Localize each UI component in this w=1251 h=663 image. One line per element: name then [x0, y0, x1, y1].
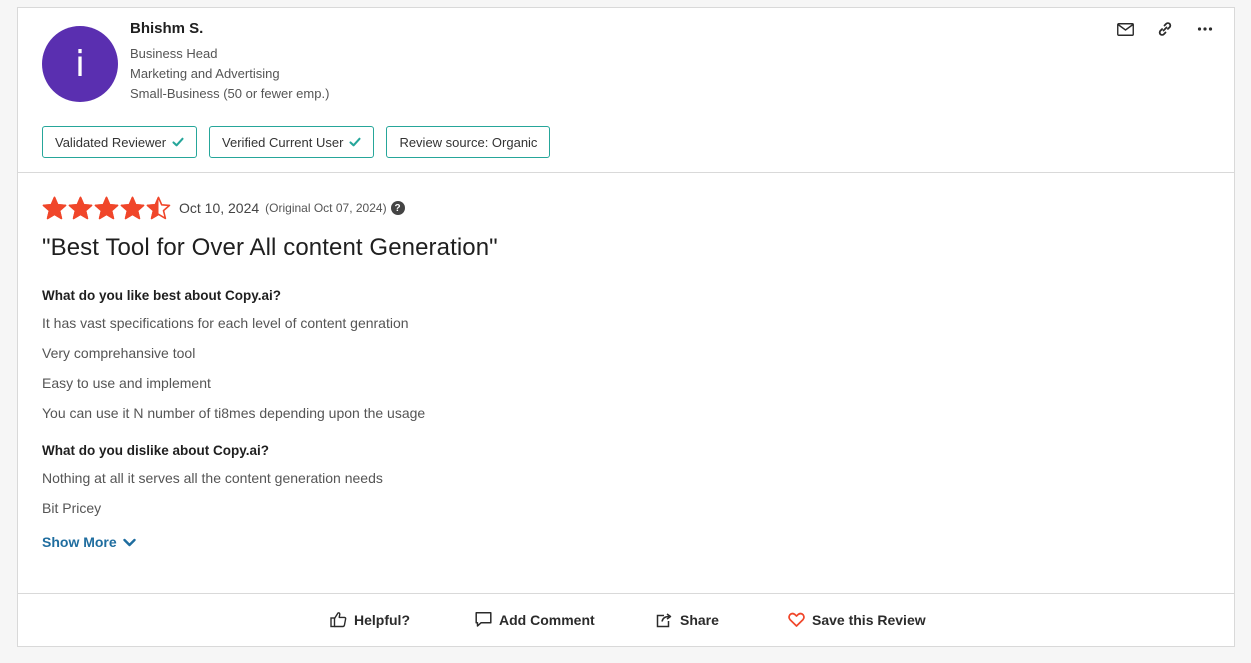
badge-label: Verified Current User [222, 134, 344, 150]
more-icon[interactable] [1196, 20, 1214, 38]
heart-icon [788, 611, 805, 628]
reviewer-industry: Marketing and Advertising [130, 66, 280, 81]
star-rating [42, 196, 171, 221]
avatar[interactable]: i [42, 26, 118, 102]
save-review-label: Save this Review [812, 611, 926, 628]
dislike-answer: Bit Pricey [42, 500, 102, 516]
question-icon[interactable]: ? [390, 201, 405, 215]
reviewer-name: Bhishm S. [130, 20, 204, 37]
like-answer: Easy to use and implement [42, 375, 211, 391]
review-footer: Helpful? Add Comment Share Save this Rev… [18, 593, 1234, 646]
review-title: "Best Tool for Over All content Generati… [42, 234, 498, 261]
badge-verified-current-user[interactable]: Verified Current User [209, 126, 375, 158]
dislike-question: What do you dislike about Copy.ai? [42, 443, 270, 458]
dislike-answer: Nothing at all it serves all the content… [42, 470, 383, 486]
show-more-button[interactable]: Show More [42, 534, 136, 550]
rating-row: Oct 10, 2024 (Original Oct 07, 2024) ? [42, 194, 1210, 222]
share-icon [656, 611, 673, 628]
star-icon [42, 196, 67, 219]
badge-validated-reviewer[interactable]: Validated Reviewer [42, 126, 198, 158]
chevron-down-icon [122, 534, 136, 550]
show-more-label: Show More [42, 534, 117, 550]
avatar-letter: i [74, 43, 85, 85]
comment-icon [475, 611, 492, 628]
check-icon [349, 136, 361, 148]
link-icon[interactable] [1156, 20, 1174, 38]
reviewer-title: Business Head [130, 46, 218, 61]
reviewer-section: i Bhishm S. Business Head Marketing and … [18, 8, 1234, 173]
reviewer-badges: Validated Reviewer Verified Current User… [42, 126, 551, 158]
mail-icon[interactable] [1116, 20, 1134, 38]
like-answer: Very comprehansive tool [42, 345, 196, 361]
review-date: Oct 10, 2024 [179, 200, 260, 216]
like-answer: It has vast specifications for each leve… [42, 315, 409, 331]
badge-label: Validated Reviewer [55, 134, 167, 150]
helpful-label: Helpful? [354, 611, 410, 628]
star-icon [68, 196, 93, 219]
like-answer: You can use it N number of ti8mes depend… [42, 405, 426, 421]
star-icon [120, 196, 145, 219]
review-actions [1116, 20, 1214, 38]
star-icon [146, 196, 171, 219]
star-icon [94, 196, 119, 219]
check-icon [172, 136, 184, 148]
reviewer-company-size: Small-Business (50 or fewer emp.) [130, 86, 330, 101]
thumbs-up-icon [330, 611, 347, 628]
original-date: (Original Oct 07, 2024) [265, 201, 387, 215]
review-body: Oct 10, 2024 (Original Oct 07, 2024) ? "… [42, 194, 1210, 552]
add-comment-button[interactable]: Add Comment [475, 611, 595, 628]
add-comment-label: Add Comment [499, 611, 595, 628]
save-review-button[interactable]: Save this Review [788, 611, 926, 628]
helpful-button[interactable]: Helpful? [330, 611, 410, 628]
badge-label: Review source: Organic [399, 134, 538, 150]
review-card: i Bhishm S. Business Head Marketing and … [17, 7, 1235, 647]
badge-review-source[interactable]: Review source: Organic [386, 126, 551, 158]
share-label: Share [680, 611, 719, 628]
like-question: What do you like best about Copy.ai? [42, 288, 282, 303]
share-button[interactable]: Share [656, 611, 719, 628]
